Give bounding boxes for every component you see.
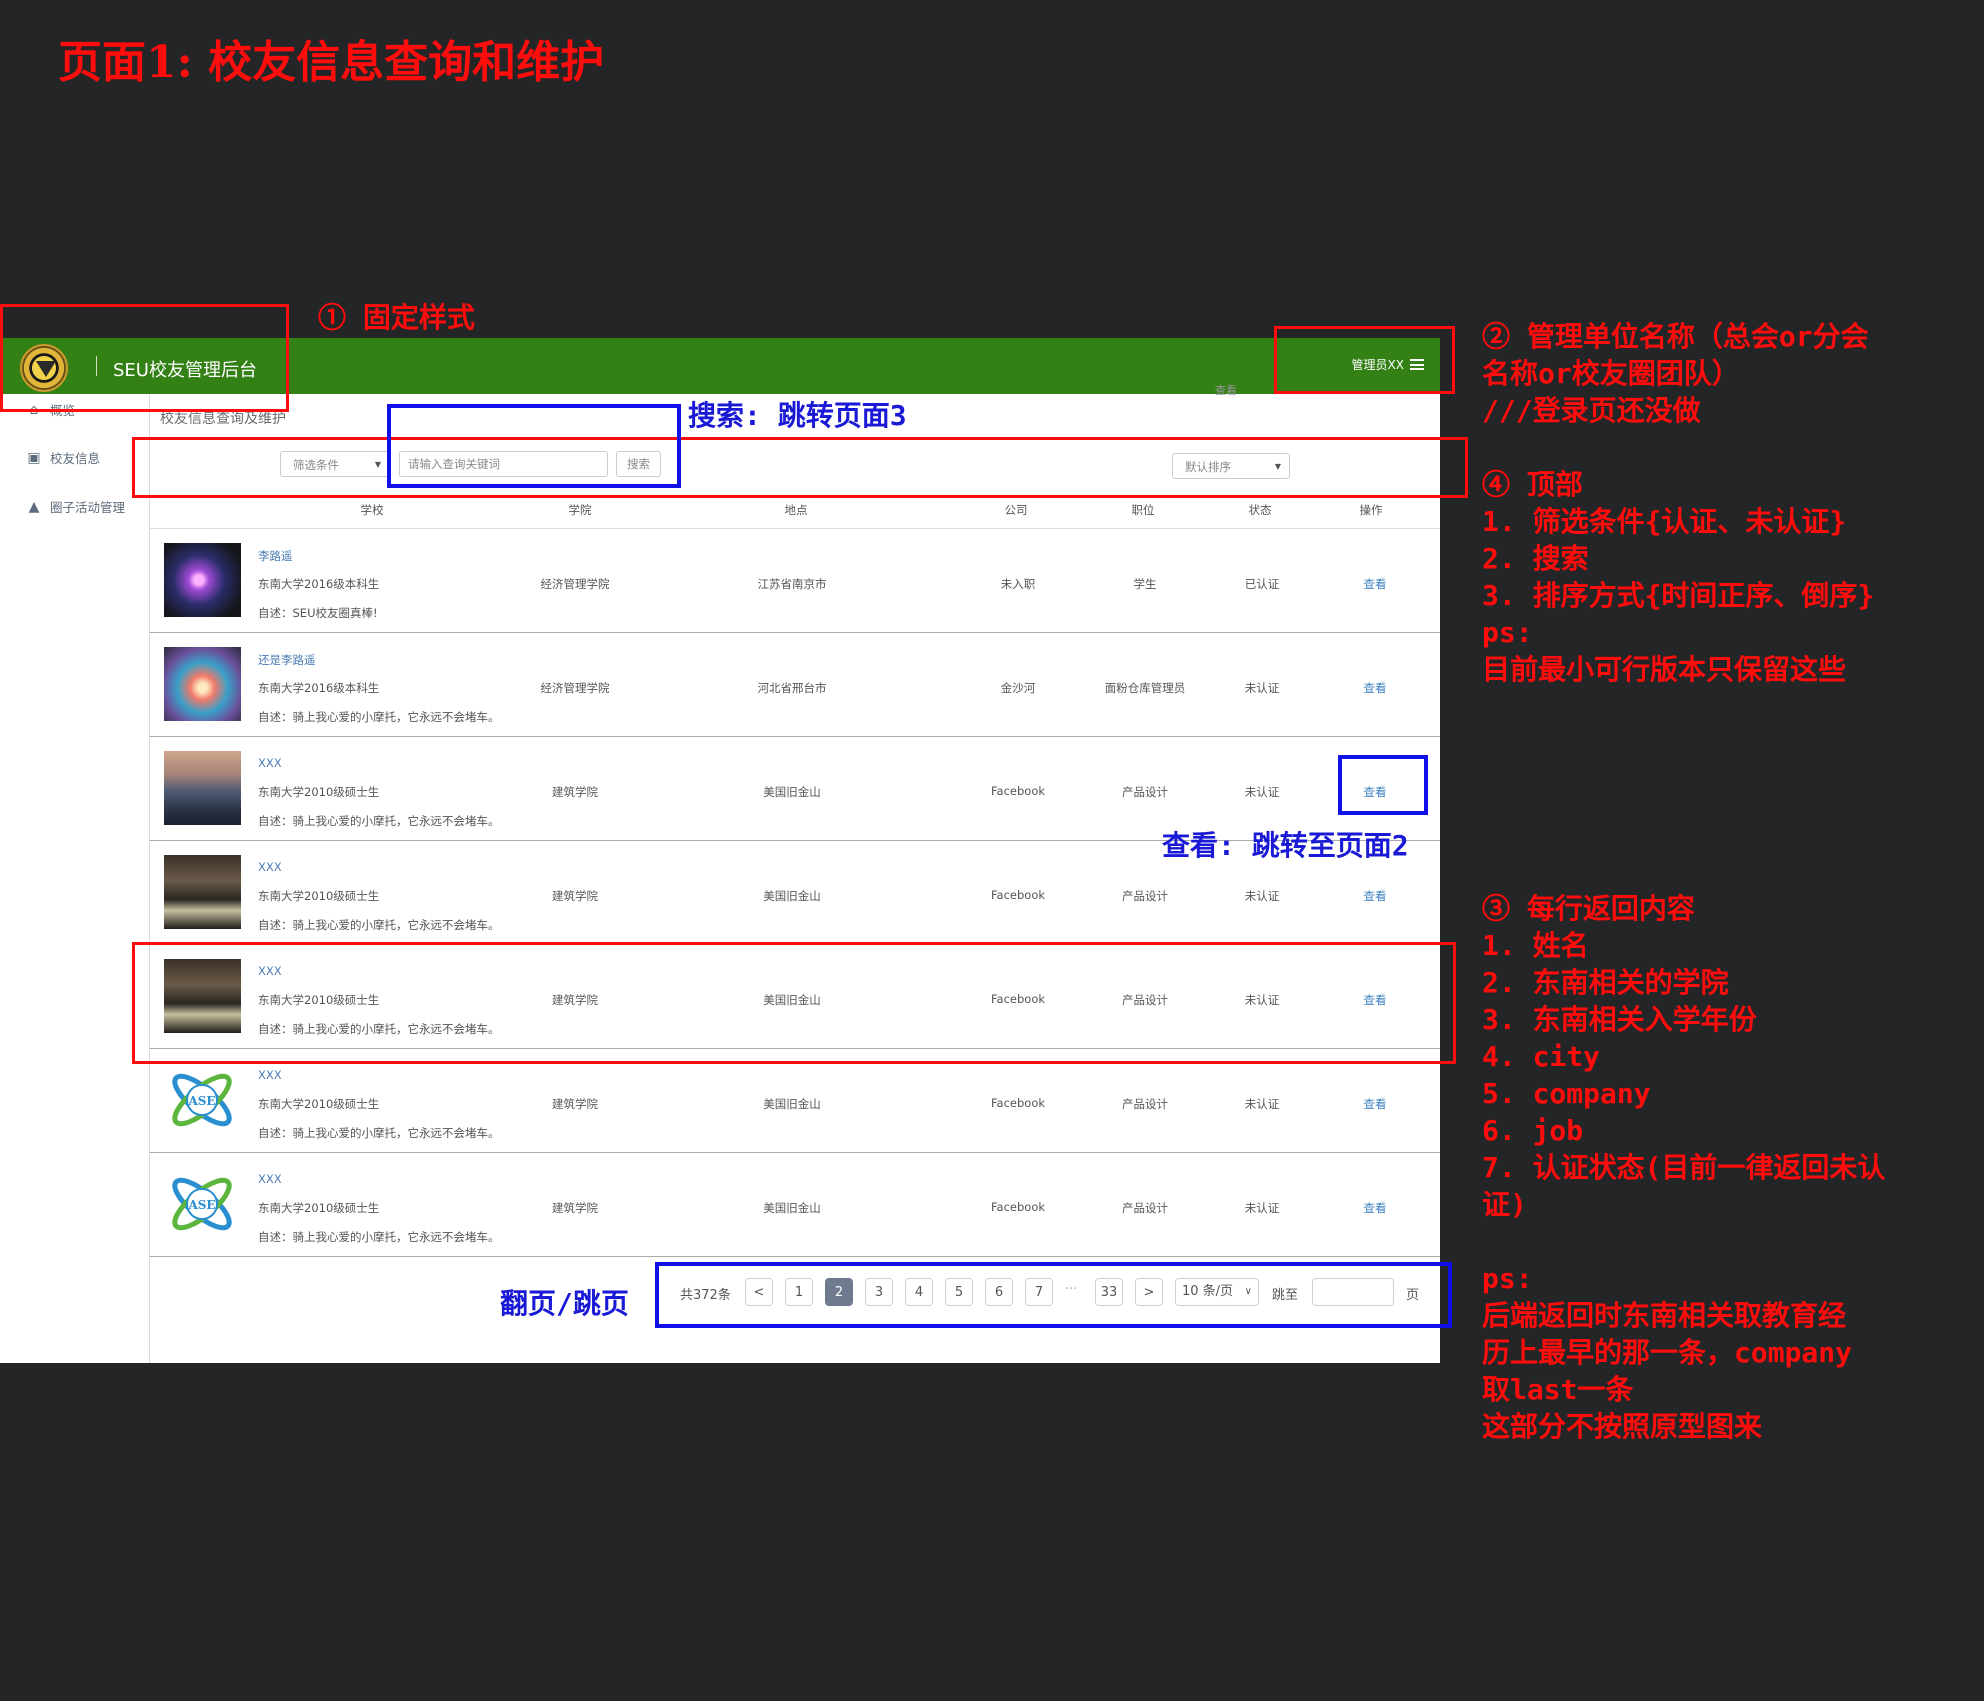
- alumni-company: 未入职: [1000, 577, 1036, 591]
- alumni-city: 江苏省南京市: [757, 577, 827, 591]
- alumni-college: 经济管理学院: [540, 681, 610, 695]
- alumni-college: 经济管理学院: [540, 577, 610, 591]
- alumni-education: 东南大学2010级硕士生: [258, 889, 380, 903]
- alumni-city: 美国旧金山: [763, 785, 821, 799]
- table-row: 还是李路遥东南大学2016级本科生自述：骑上我心爱的小摩托，它永远不会堵车。 经济…: [150, 633, 1440, 737]
- alumni-status: 未认证: [1244, 1097, 1280, 1111]
- alumni-college: 建筑学院: [552, 1097, 598, 1111]
- alumni-college: 建筑学院: [552, 785, 598, 799]
- cart-icon: ▲: [28, 498, 40, 515]
- alumni-bio: 自述：SEU校友圈真棒!: [258, 606, 378, 620]
- annotation-box-search: [387, 404, 681, 488]
- col-header-college: 学院: [568, 503, 592, 517]
- sidebar: ⌂ 概览 ▣ 校友信息 ▲ 圈子活动管理: [0, 394, 150, 1363]
- annotation-fixed-style: ① 固定样式: [318, 301, 475, 334]
- annotation-box-toolbar: [132, 437, 1468, 498]
- alumni-bio: 自述：骑上我心爱的小摩托，它永远不会堵车。: [258, 1126, 500, 1140]
- view-button[interactable]: 查看: [1364, 888, 1387, 904]
- alumni-city: 河北省邢台市: [757, 681, 827, 695]
- breadcrumb-right: 查看: [1215, 384, 1237, 397]
- alumni-company: Facebook: [990, 1096, 1046, 1110]
- alumni-bio: 自述：骑上我心爱的小摩托，它永远不会堵车。: [258, 814, 500, 828]
- alumni-bio: 自述：骑上我心爱的小摩托，它永远不会堵车。: [258, 1230, 500, 1244]
- briefcase-icon: ▣: [27, 449, 41, 466]
- view-button[interactable]: 查看: [1364, 1200, 1387, 1216]
- alumni-company: 金沙河: [1000, 681, 1036, 695]
- alumni-bio: 自述：骑上我心爱的小摩托，它永远不会堵车。: [258, 710, 500, 724]
- alumni-name-link[interactable]: 李路遥: [258, 548, 293, 564]
- sidebar-item-circle-activity[interactable]: ▲ 圈子活动管理: [26, 497, 125, 516]
- sidebar-item-alumni-info[interactable]: ▣ 校友信息: [26, 448, 100, 467]
- alumni-bio: 自述：骑上我心爱的小摩托，它永远不会堵车。: [258, 918, 500, 932]
- alumni-company: Facebook: [990, 1200, 1046, 1214]
- alumni-avatar: ASE: [164, 1063, 241, 1137]
- alumni-company: Facebook: [990, 888, 1046, 902]
- alumni-status: 已认证: [1244, 577, 1280, 591]
- alumni-avatar: [164, 543, 241, 617]
- alumni-job: 产品设计: [1122, 785, 1168, 799]
- alumni-job: 产品设计: [1122, 1097, 1168, 1111]
- alumni-name-link[interactable]: 还是李路遥: [258, 652, 316, 668]
- annotation-box-fixed-style: [0, 304, 289, 412]
- svg-text:ASE: ASE: [187, 1198, 215, 1212]
- col-header-action: 操作: [1359, 503, 1383, 517]
- annotation-box-pagination: [655, 1262, 1452, 1328]
- page-title: 页面1: 校友信息查询和维护: [58, 37, 605, 88]
- alumni-company: Facebook: [990, 784, 1046, 798]
- alumni-education: 东南大学2010级硕士生: [258, 1097, 380, 1111]
- alumni-education: 东南大学2010级硕士生: [258, 785, 380, 799]
- annotation-search: 搜索: 跳转页面3: [688, 399, 907, 432]
- table-row: ASE XXX 东南大学2010级硕士生自述：骑上我心爱的小摩托，它永远不会堵车。 建…: [150, 1153, 1440, 1257]
- svg-text:ASE: ASE: [187, 1094, 215, 1108]
- alumni-avatar: ASE: [164, 1167, 241, 1241]
- alumni-avatar: [164, 647, 241, 721]
- table-row: ASE XXX 东南大学2010级硕士生自述：骑上我心爱的小摩托，它永远不会堵车。 建…: [150, 1049, 1440, 1153]
- annotation-box-view: [1338, 755, 1428, 815]
- col-header-location: 地点: [784, 503, 808, 517]
- alumni-city: 美国旧金山: [763, 1097, 821, 1111]
- alumni-education: 东南大学2010级硕士生: [258, 1201, 380, 1215]
- annotation-view: 查看: 跳转至页面2: [1162, 829, 1409, 862]
- alumni-city: 美国旧金山: [763, 1201, 821, 1215]
- view-button[interactable]: 查看: [1364, 1096, 1387, 1112]
- annotation-admin-notes: ② 管理单位名称（总会or分会 名称or校友圈团队） ///登录页还没做: [1482, 320, 1869, 427]
- col-header-job: 职位: [1131, 503, 1155, 517]
- alumni-status: 未认证: [1244, 889, 1280, 903]
- alumni-city: 美国旧金山: [763, 889, 821, 903]
- annotation-row-notes: ③ 每行返回内容 1. 姓名 2. 东南相关的学院 3. 东南相关入学年份 4.…: [1482, 892, 1886, 1443]
- col-header-company: 公司: [1004, 503, 1028, 517]
- alumni-college: 建筑学院: [552, 1201, 598, 1215]
- alumni-name-link[interactable]: XXX: [258, 756, 282, 770]
- annotation-box-row: [132, 942, 1456, 1064]
- alumni-avatar: [164, 751, 241, 825]
- alumni-education: 东南大学2016级本科生: [258, 681, 380, 695]
- alumni-job: 产品设计: [1122, 889, 1168, 903]
- col-header-school: 学校: [360, 503, 384, 517]
- alumni-name-link[interactable]: XXX: [258, 860, 282, 874]
- alumni-status: 未认证: [1244, 681, 1280, 695]
- alumni-name-link[interactable]: XXX: [258, 1068, 282, 1082]
- annotation-paging: 翻页/跳页: [500, 1287, 629, 1320]
- view-button[interactable]: 查看: [1364, 680, 1387, 696]
- alumni-job: 面粉仓库管理员: [1104, 681, 1186, 695]
- alumni-status: 未认证: [1244, 1201, 1280, 1215]
- alumni-name-link[interactable]: XXX: [258, 1172, 282, 1186]
- alumni-college: 建筑学院: [552, 889, 598, 903]
- col-header-status: 状态: [1248, 503, 1272, 517]
- alumni-job: 产品设计: [1122, 1201, 1168, 1215]
- alumni-avatar: [164, 855, 241, 929]
- alumni-status: 未认证: [1244, 785, 1280, 799]
- alumni-job: 学生: [1133, 577, 1157, 591]
- view-button[interactable]: 查看: [1364, 576, 1387, 592]
- annotation-box-admin: [1274, 326, 1455, 394]
- alumni-education: 东南大学2016级本科生: [258, 577, 380, 591]
- table-row: 李路遥东南大学2016级本科生 自述：SEU校友圈真棒! 经济管理学院 江苏省南京市 未…: [150, 529, 1440, 633]
- annotation-top-notes: ④ 顶部 1. 筛选条件{认证、未认证} 2. 搜索 3. 排序方式{时间正序、…: [1482, 468, 1875, 686]
